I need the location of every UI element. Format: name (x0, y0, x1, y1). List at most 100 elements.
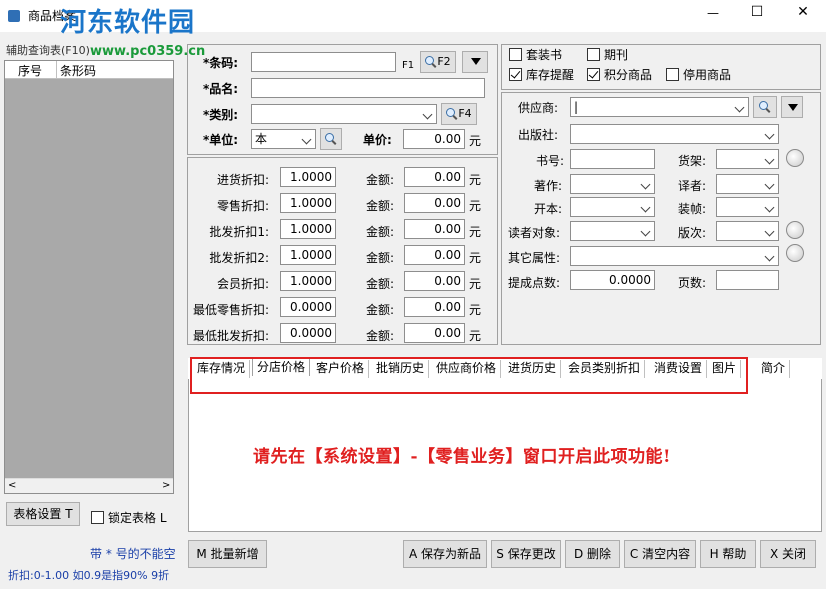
periodical-checkbox[interactable] (587, 48, 600, 61)
f4-button[interactable]: F4 (441, 103, 477, 125)
amount-label: 金额: (366, 329, 395, 343)
close-window-button[interactable]: ✕ (788, 4, 818, 24)
amount-label: 金额: (366, 303, 395, 317)
discount-rate-input[interactable]: 0.0000 (280, 297, 336, 317)
amount-input[interactable]: 0.00 (404, 193, 465, 213)
scroll-right-icon[interactable]: > (162, 480, 170, 491)
table-settings-button[interactable]: 表格设置 T (6, 502, 80, 526)
save-as-new-button[interactable]: A 保存为新品 (403, 540, 487, 568)
discount-label: 批发折扣1: (209, 225, 269, 239)
unit-search-button[interactable] (320, 128, 342, 150)
disabled-goods-checkbox[interactable] (666, 68, 679, 81)
discount-rate-input[interactable]: 0.0000 (280, 323, 336, 343)
supplier-select[interactable]: | (570, 97, 749, 117)
other-attr-lookup-button[interactable] (786, 244, 804, 262)
edition-select[interactable] (716, 221, 779, 241)
lock-table-checkbox[interactable] (91, 511, 104, 524)
discount-label: 进货折扣: (216, 173, 269, 187)
chevron-down-icon (764, 225, 776, 237)
amount-input[interactable]: 0.00 (404, 297, 465, 317)
amount-input[interactable]: 0.00 (404, 167, 465, 187)
stock-alert-checkbox[interactable] (509, 68, 522, 81)
name-input[interactable] (251, 78, 485, 98)
triangle-down-icon (788, 104, 798, 111)
translator-select[interactable] (716, 174, 779, 194)
author-select[interactable] (570, 174, 655, 194)
delete-button[interactable]: D 删除 (565, 540, 620, 568)
search-icon (759, 101, 771, 113)
amount-input[interactable]: 0.00 (404, 271, 465, 291)
points-goods-checkbox[interactable] (587, 68, 600, 81)
tab-message: 请先在【系统设置】-【零售业务】窗口开启此项功能! (253, 447, 672, 467)
discount-rate-input[interactable]: 1.0000 (280, 193, 336, 213)
tab-9[interactable]: 简介 (757, 360, 791, 378)
amount-unit: 元 (469, 225, 482, 239)
f1-label: F1 (402, 60, 415, 71)
chevron-down-icon (764, 128, 776, 140)
amount-unit: 元 (469, 199, 482, 213)
scroll-left-icon[interactable]: < (8, 480, 16, 491)
discount-rate-input[interactable]: 1.0000 (280, 271, 336, 291)
f4-button-label: F4 (458, 107, 472, 120)
discount-label: 批发折扣2: (209, 251, 269, 265)
clear-button[interactable]: C 清空内容 (624, 540, 696, 568)
amount-input[interactable]: 0.00 (404, 219, 465, 239)
amount-input[interactable]: 0.00 (404, 323, 465, 343)
set-book-label: 套装书 (526, 48, 563, 62)
translator-label: 译者: (678, 179, 707, 193)
other-attr-select[interactable] (570, 246, 779, 266)
commission-label: 提成点数: (508, 276, 561, 290)
binding-select[interactable] (716, 197, 779, 217)
price-unit: 元 (469, 134, 482, 148)
search-icon (446, 108, 458, 120)
search-icon (325, 133, 337, 145)
stock-alert-label: 库存提醒 (526, 68, 575, 82)
edition-label: 版次: (678, 226, 707, 240)
shelf-lookup-button[interactable] (786, 149, 804, 167)
batch-new-button[interactable]: M 批量新增 (188, 540, 267, 568)
binding-label: 装帧: (678, 202, 707, 216)
chevron-down-icon (764, 153, 776, 165)
aux-table-title: 辅助查询表(F10) (6, 44, 90, 57)
watermark-title: 河东软件园 (60, 8, 196, 38)
maximize-button[interactable]: ☐ (742, 4, 772, 24)
save-changes-button[interactable]: S 保存更改 (491, 540, 561, 568)
chevron-down-icon (764, 178, 776, 190)
discount-rate-input[interactable]: 1.0000 (280, 245, 336, 265)
publisher-select[interactable] (570, 124, 779, 144)
amount-input[interactable]: 0.00 (404, 245, 465, 265)
category-select[interactable] (251, 104, 437, 124)
unit-select[interactable]: 本 (251, 129, 316, 149)
minimize-button[interactable]: — (698, 6, 728, 26)
discount-label: 会员折扣: (216, 277, 269, 291)
col-header-barcode[interactable]: 条形码 (60, 64, 96, 78)
name-label: *品名: (203, 82, 239, 96)
format-select[interactable] (570, 197, 655, 217)
close-button[interactable]: X 关闭 (760, 540, 816, 568)
commission-input[interactable]: 0.0000 (570, 270, 655, 290)
discount-rate-input[interactable]: 1.0000 (280, 167, 336, 187)
chevron-down-icon (301, 133, 313, 145)
edition-lookup-button[interactable] (786, 221, 804, 239)
col-header-index[interactable]: 序号 (18, 64, 42, 78)
lock-table-label: 锁定表格 L (108, 511, 167, 525)
aux-table[interactable] (4, 60, 174, 494)
amount-label: 金额: (366, 225, 395, 239)
shelf-select[interactable] (716, 149, 779, 169)
price-input[interactable]: 0.00 (403, 129, 465, 149)
pages-input[interactable] (716, 270, 779, 290)
supplier-search-button[interactable] (753, 96, 777, 118)
book-no-input[interactable] (570, 149, 655, 169)
f2-button[interactable]: F2 (420, 51, 456, 73)
format-label: 开本: (534, 202, 563, 216)
shelf-label: 货架: (678, 154, 707, 168)
barcode-input[interactable] (251, 52, 396, 72)
discount-rate-input[interactable]: 1.0000 (280, 219, 336, 239)
set-book-checkbox[interactable] (509, 48, 522, 61)
horizontal-scrollbar[interactable] (5, 478, 173, 493)
barcode-dropdown-button[interactable] (462, 51, 488, 73)
help-button[interactable]: H 帮助 (700, 540, 756, 568)
readers-select[interactable] (570, 221, 655, 241)
supplier-more-button[interactable] (781, 96, 803, 118)
chevron-down-icon (422, 108, 434, 120)
